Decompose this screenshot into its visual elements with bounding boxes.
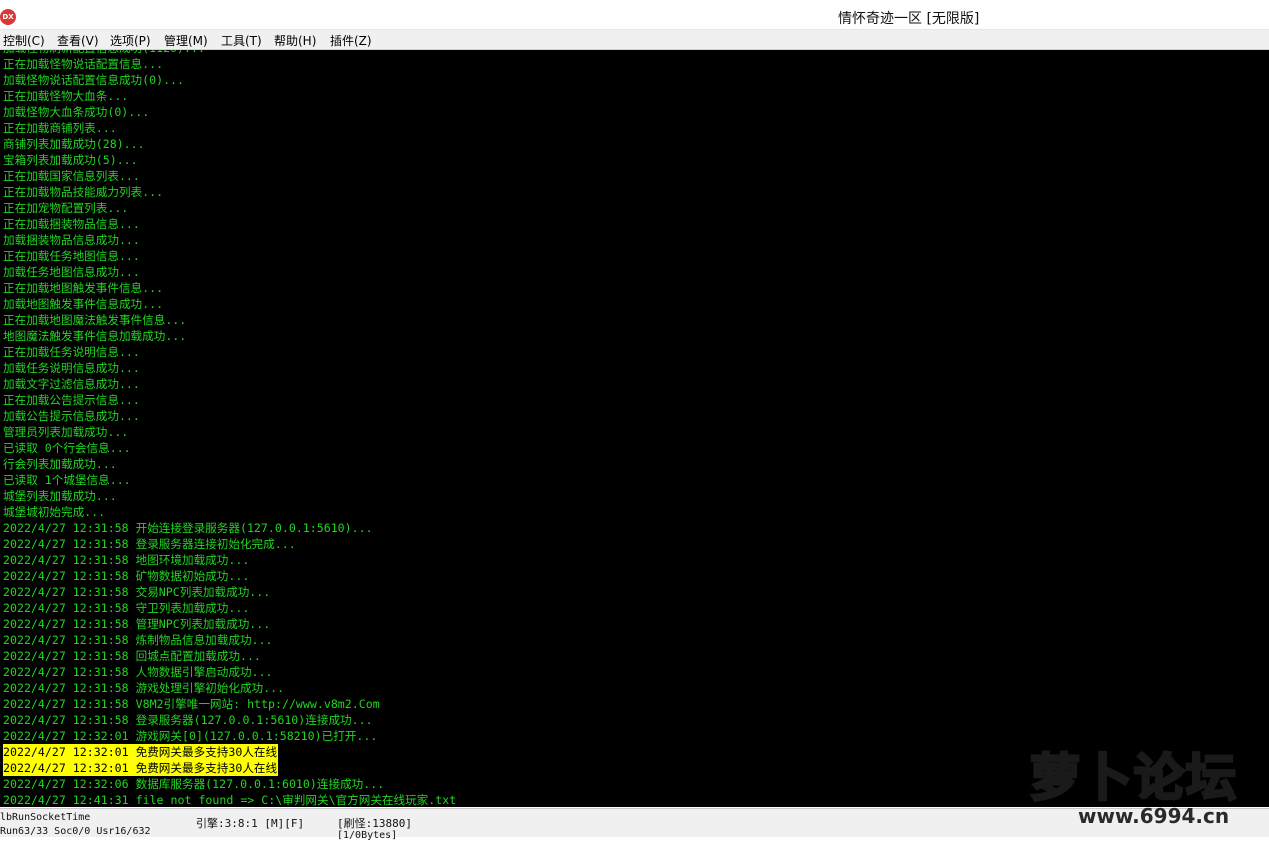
log-line: 2022/4/27 12:31:58 交易NPC列表加载成功... <box>3 585 271 599</box>
log-line: 2022/4/27 12:32:06 数据库服务器(127.0.0.1:6010… <box>3 777 385 791</box>
site-watermark: 萝卜论坛 www.6994.cn <box>1022 738 1260 830</box>
menu-tools[interactable]: 工具(T) <box>221 32 262 49</box>
log-line: 2022/4/27 12:31:58 管理NPC列表加载成功... <box>3 617 271 631</box>
status-socket-label: lbRunSocketTime <box>0 812 91 823</box>
menu-help[interactable]: 帮助(H) <box>274 32 316 49</box>
menu-control[interactable]: 控制(C) <box>3 32 45 49</box>
menu-manage[interactable]: 管理(M) <box>164 32 208 49</box>
log-line: 2022/4/27 12:31:58 回城点配置加载成功... <box>3 649 261 663</box>
log-line: 加载怪物大血条成功(0)... <box>3 105 150 119</box>
log-lines: 加载怪物刷新配置信息成功(1120)...正在加载怪物说话配置信息...加载怪物… <box>3 50 456 807</box>
log-line: 2022/4/27 12:31:58 地图环境加载成功... <box>3 553 250 567</box>
menu-bar: 控制(C) 查看(V) 选项(P) 管理(M) 工具(T) 帮助(H) 插件(Z… <box>0 30 1269 50</box>
status-run-info: Run63/33 Soc0/0 Usr16/632 <box>0 826 151 837</box>
menu-view[interactable]: 查看(V) <box>57 32 99 49</box>
log-line: 加载文字过滤信息成功... <box>3 377 140 391</box>
watermark-logo: 萝卜论坛 <box>1029 748 1238 809</box>
log-line: 2022/4/27 12:31:58 守卫列表加载成功... <box>3 601 250 615</box>
log-line: 加载地图触发事件信息成功... <box>3 297 164 311</box>
log-line: 2022/4/27 12:31:58 炼制物品信息加载成功... <box>3 633 273 647</box>
log-line: 地图魔法触发事件信息加载成功... <box>3 329 187 343</box>
log-line: 2022/4/27 12:31:58 人物数据引擎启动成功... <box>3 665 273 679</box>
log-line: 正在加载任务地图信息... <box>3 249 140 263</box>
app-icon[interactable]: DX <box>0 9 16 25</box>
menu-options[interactable]: 选项(P) <box>110 32 151 49</box>
log-line: 2022/4/27 12:31:58 开始连接登录服务器(127.0.0.1:5… <box>3 521 373 535</box>
log-line: 2022/4/27 12:32:01 免费网关最多支持30人在线 <box>3 760 279 776</box>
log-line: 宝箱列表加载成功(5)... <box>3 153 138 167</box>
log-line: 2022/4/27 12:31:58 矿物数据初始成功... <box>3 569 250 583</box>
log-line: 2022/4/27 12:31:58 游戏处理引擎初始化成功... <box>3 681 285 695</box>
log-line: 正在加载捆装物品信息... <box>3 217 140 231</box>
log-line: 行会列表加载成功... <box>3 457 117 471</box>
log-console[interactable]: 加载怪物刷新配置信息成功(1120)...正在加载怪物说话配置信息...加载怪物… <box>0 50 1269 807</box>
log-line: 加载公告提示信息成功... <box>3 409 140 423</box>
status-engine: 引擎:3:8:1 [M][F] <box>196 817 305 830</box>
log-line: 加载任务地图信息成功... <box>3 265 140 279</box>
log-line: 2022/4/27 12:31:58 登录服务器(127.0.0.1:5610)… <box>3 713 373 727</box>
menu-plugins[interactable]: 插件(Z) <box>330 32 372 49</box>
log-line: 已读取 1个城堡信息... <box>3 473 131 487</box>
log-line: 正在加宠物配置列表... <box>3 201 129 215</box>
log-line: 加载任务说明信息成功... <box>3 361 140 375</box>
status-refresh-monster: [刷怪:13880] <box>337 817 412 830</box>
log-line: 2022/4/27 12:32:01 游戏网关[0](127.0.0.1:582… <box>3 729 378 743</box>
log-line: 商铺列表加载成功(28)... <box>3 137 145 151</box>
log-line: 加载怪物说话配置信息成功(0)... <box>3 73 185 87</box>
log-line: 2022/4/27 12:31:58 登录服务器连接初始化完成... <box>3 537 296 551</box>
log-line: 正在加载商铺列表... <box>3 121 117 135</box>
log-line: 正在加载怪物大血条... <box>3 89 129 103</box>
log-line: 2022/4/27 12:31:58 V8M2引擎唯一网站: http://ww… <box>3 697 380 711</box>
log-line: 加载捆装物品信息成功... <box>3 233 140 247</box>
log-line: 2022/4/27 12:32:01 免费网关最多支持30人在线 <box>3 744 279 760</box>
log-line: 正在加载任务说明信息... <box>3 345 140 359</box>
log-line: 正在加载物品技能威力列表... <box>3 185 164 199</box>
log-line: 正在加载国家信息列表... <box>3 169 140 183</box>
title-bar: DX 情怀奇迹一区 [无限版] <box>0 5 1269 30</box>
log-line: 正在加载地图触发事件信息... <box>3 281 164 295</box>
log-line: 管理员列表加载成功... <box>3 425 129 439</box>
log-line: 正在加载公告提示信息... <box>3 393 140 407</box>
log-line: 城堡列表加载成功... <box>3 489 117 503</box>
log-line: 已读取 0个行会信息... <box>3 441 131 455</box>
log-line: 2022/4/27 12:41:31 file not found => C:\… <box>3 793 457 807</box>
log-line: 正在加载地图魔法触发事件信息... <box>3 313 187 327</box>
log-line: 城堡城初始完成... <box>3 505 106 519</box>
watermark-url: www.6994.cn <box>1078 804 1230 828</box>
log-line: 正在加载怪物说话配置信息... <box>3 57 164 71</box>
window-title: 情怀奇迹一区 [无限版] <box>838 11 980 27</box>
